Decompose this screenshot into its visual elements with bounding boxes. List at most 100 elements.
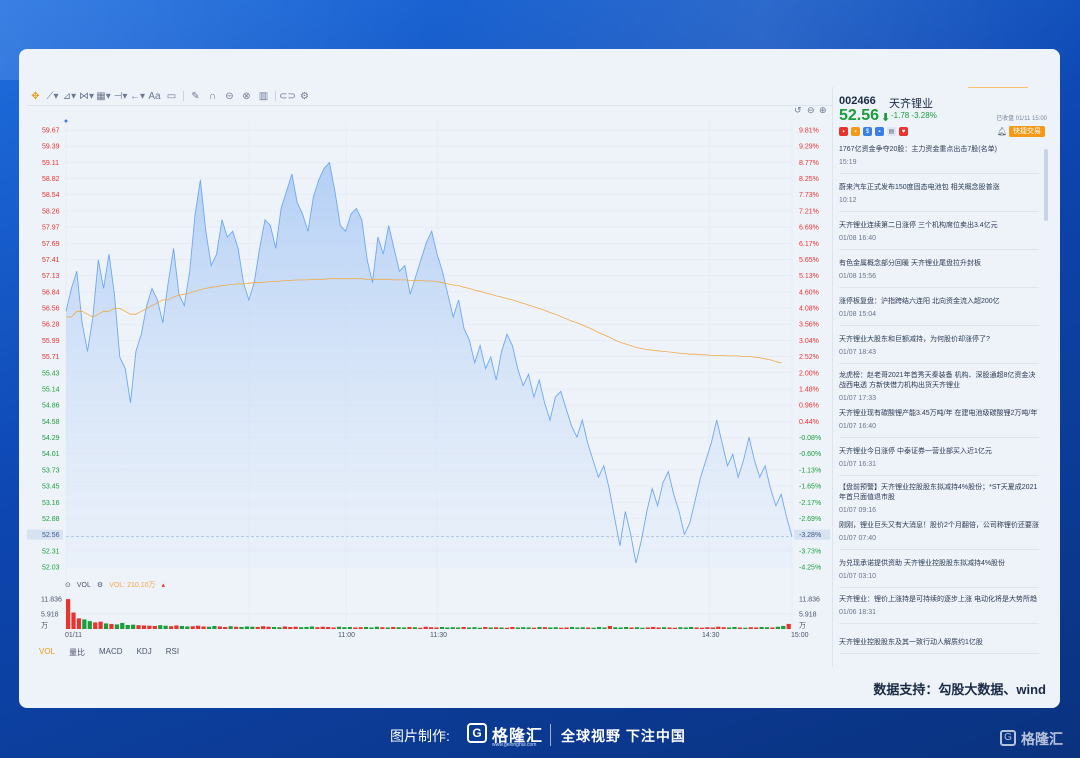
time-label: 01/11 <box>65 632 82 639</box>
quick-trade-button[interactable]: 快捷交易 <box>1009 126 1045 137</box>
volume-tick-left: 5.918 <box>41 612 59 619</box>
pct-tick-label: 7.73% <box>799 192 819 199</box>
price-tick-label: 56.84 <box>42 289 60 296</box>
volume-bar <box>515 627 520 629</box>
time-label: 15:00 <box>791 632 809 639</box>
volume-bar <box>93 622 98 629</box>
volume-bar <box>228 626 233 629</box>
down-arrow-icon: ⬇ <box>881 112 891 124</box>
news-item[interactable]: 1767亿资金争夺20股：主力资金重点出击7股(名单) 15:19 <box>839 145 1039 174</box>
pct-tick-label: -0.08% <box>799 435 821 442</box>
bell-icon[interactable]: 🔔︎ <box>997 127 1007 136</box>
volume-bar <box>342 627 347 629</box>
pct-tick-label: 6.17% <box>799 241 819 248</box>
indicator-tabs: VOL 量比 MACD KDJ RSI <box>39 647 179 658</box>
volume-bar <box>624 626 629 629</box>
volume-bar <box>369 627 374 629</box>
undo-icon[interactable]: ↺ <box>794 105 802 116</box>
price-tick-label: 54.58 <box>42 419 60 426</box>
volume-bar <box>510 626 515 629</box>
price-tick-label: 55.99 <box>42 338 60 345</box>
heart-icon[interactable]: ♥ <box>899 127 908 136</box>
dollar-icon[interactable]: $ <box>863 127 872 136</box>
news-item[interactable]: 天齐锂业控股股东及其一致行动人解质约1亿股 <box>839 638 1039 654</box>
start-dot <box>64 119 68 123</box>
data-source: 数据支持：勾股大数据、wind <box>873 682 1046 697</box>
indicator-tab[interactable]: RSI <box>166 647 179 658</box>
chat-icon[interactable]: ▪ <box>875 127 884 136</box>
volume-tick-left: 万 <box>41 622 48 630</box>
news-time: 01/08 16:40 <box>839 235 876 242</box>
stock-price: 52.56 <box>839 107 880 124</box>
news-title: 蔚来汽车正式发布150度固态电池包 相关概念股普涨 <box>839 184 1000 191</box>
info-badges: ▪ ▪ $ ▪ ▤ ♥ <box>839 127 908 136</box>
volume-tick-right: 5.918 <box>799 612 817 619</box>
collapse-icon[interactable]: ⊙ <box>65 581 71 589</box>
news-time: 01/07 09:16 <box>839 507 876 514</box>
news-item[interactable]: 为兑现承诺提供资助 天齐锂业控股股东拟减持4%股份 01/07 03:10 <box>839 559 1039 588</box>
price-tick-label: 55.71 <box>42 354 60 361</box>
news-item[interactable]: 天齐锂业现有碳酸锂产能3.45万吨/年 在建电池级碳酸锂2万吨/年 01/07 1… <box>839 409 1039 438</box>
volume-bar <box>732 626 737 629</box>
price-area <box>66 162 792 567</box>
volume-bar <box>407 626 412 629</box>
footer-divider <box>550 724 551 746</box>
volume-bar <box>483 626 488 629</box>
news-item[interactable]: 涨停板复盘：沪指跨结六连阳 北向资金流入超200亿 01/08 15:04 <box>839 297 1039 326</box>
volume-bar <box>607 625 613 629</box>
volume-bar <box>385 627 390 629</box>
volume-bar <box>109 623 114 629</box>
price-tick-label: 56.28 <box>42 322 60 329</box>
pct-tick-label: 9.29% <box>799 144 819 151</box>
indicator-tab[interactable]: VOL <box>39 647 55 658</box>
news-item[interactable]: 天齐锂业：锂价上涨持是可持续的逐步上涨 电动化将是大势所趋 01/06 18:31 <box>839 595 1039 624</box>
slogan: 全球视野 下注中国 <box>561 728 686 744</box>
volume-bar <box>71 612 76 629</box>
news-item[interactable]: 刚刚，锂业巨头又有大消息！股价2个月翻倍，公司称锂价还要涨 01/07 07:40 <box>839 521 1039 550</box>
flag-icon[interactable]: ▪ <box>839 127 848 136</box>
pct-tick-label: 5.13% <box>799 273 819 280</box>
volume-bar <box>683 627 688 629</box>
news-scrollbar[interactable] <box>1044 149 1048 221</box>
volume-bar <box>326 626 331 629</box>
volume-bar <box>423 626 428 629</box>
time-label: 14:30 <box>702 632 720 639</box>
zoom-out-icon[interactable]: ⊖ <box>807 105 815 116</box>
news-title: 刚刚，锂业巨头又有大消息！股价2个月翻倍，公司称锂价还要涨 <box>839 522 1039 529</box>
volume-bar <box>770 627 775 629</box>
intraday-chart[interactable]: 59.67 59.39 59.11 58.82 58.54 58.26 57.97 57.69… <box>19 49 832 708</box>
volume-bar <box>678 627 683 629</box>
news-item[interactable]: 【盘前预警】天齐锂业控股股东拟减持4%股份；*ST天夏成2021年首只面值退市股… <box>839 483 1039 522</box>
news-item[interactable]: 有色金属概念部分回暖 天齐锂业尾盘拉升封板 01/08 15:56 <box>839 259 1039 288</box>
pct-tick-label: 5.65% <box>799 257 819 264</box>
news-time: 01/08 15:56 <box>839 273 876 280</box>
doc-icon[interactable]: ▤ <box>887 127 896 136</box>
volume-bar <box>380 627 385 629</box>
news-item[interactable]: 天齐锂业连续第二日涨停 三个机构席位卖出3.4亿元 01/08 16:40 <box>839 221 1039 250</box>
volume-bar <box>672 627 678 629</box>
indicator-tab[interactable]: KDJ <box>137 647 152 658</box>
volume-bar <box>261 626 266 629</box>
volume-bar <box>250 626 255 629</box>
hand-icon[interactable]: ▪ <box>851 127 860 136</box>
gear-icon[interactable]: ⚙ <box>97 581 103 589</box>
news-title: 天齐锂业大股东和巨额减持，为何股价却涨停了? <box>839 336 990 343</box>
price-tick-label: 57.97 <box>42 225 60 232</box>
news-item[interactable]: 龙虎榜：赵老哥2021年首秀天秦装备 机构、深股通超8亿资金决战西电透 方新侠借… <box>839 371 1039 410</box>
chart-card: ✥ ⟋▾ ⊿▾ ⋈▾ ▦▾ ⊣▾ ←▾ Aa ▭ ✎ ∩ ⊖ ⊗ ▥ ⊂⊃ ⚙ … <box>19 49 1060 708</box>
volume-bar <box>461 626 466 629</box>
pct-tick-label: -1.13% <box>799 467 821 474</box>
volume-bar <box>179 625 184 629</box>
pct-tick-label: 6.69% <box>799 225 819 232</box>
news-title: 涨停板复盘：沪指跨结六连阳 北向资金流入超200亿 <box>839 298 1000 305</box>
news-item[interactable]: 天齐锂业今日涨停 中泰证券一营业部买入近1亿元 01/07 16:31 <box>839 447 1039 476</box>
news-item[interactable]: 蔚来汽车正式发布150度固态电池包 相关概念股普涨 10:12 <box>839 183 1039 212</box>
indicator-tab[interactable]: MACD <box>99 647 123 658</box>
news-item[interactable]: 天齐锂业大股东和巨额减持，为何股价却涨停了? 01/07 18:43 <box>839 335 1039 364</box>
indicator-tab[interactable]: 量比 <box>69 647 85 658</box>
pct-tick-label: -1.65% <box>799 484 821 491</box>
volume-legend: ⊙ VOL ⚙ VOL: 210.10万 ▴ <box>65 580 165 590</box>
zoom-in-icon[interactable]: ⊕ <box>819 105 827 116</box>
volume-bar <box>98 621 103 629</box>
volume-bar <box>103 623 109 629</box>
